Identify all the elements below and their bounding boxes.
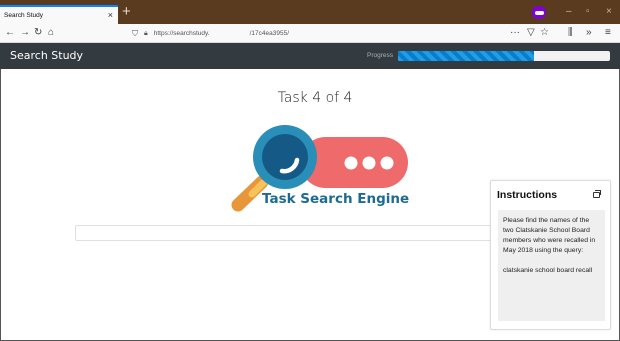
back-icon[interactable]: ←	[5, 26, 15, 40]
tab-title: Search Study	[4, 12, 44, 19]
task-title: Task 4 of 4	[277, 90, 353, 106]
url-bar[interactable]: ⛉ 🔒︎ https://searchstudy. /17c4ea3955/	[126, 26, 526, 41]
app-header: Search Study Progress	[0, 43, 620, 69]
url-path: /17c4ea3955/	[249, 30, 290, 37]
search-input[interactable]	[75, 225, 505, 241]
logo-text: Task Search Engine	[262, 191, 410, 207]
browser-navbar: ← → ↻ ⌂ ⛉ 🔒︎ https://searchstudy. /17c4e…	[0, 24, 620, 43]
lock-icon[interactable]: 🔒︎	[144, 30, 148, 38]
pocket-icon[interactable]: ▽	[527, 26, 535, 40]
brand-title[interactable]: Search Study	[10, 49, 83, 62]
library-icon[interactable]: ⫼	[568, 26, 573, 40]
page-actions-icon[interactable]: ···	[510, 26, 520, 40]
progress-label: Progress	[367, 52, 394, 59]
progress-bar-fill	[398, 51, 534, 61]
url-domain: https://searchstudy.	[153, 30, 210, 37]
overflow-icon[interactable]: »	[586, 26, 592, 40]
popout-window-icon[interactable]	[593, 190, 601, 198]
forward-icon[interactable]: →	[20, 26, 30, 40]
reload-icon[interactable]: ↻	[34, 26, 42, 40]
home-icon[interactable]: ⌂	[48, 26, 54, 40]
instructions-body: Please find the names of the two Clatska…	[498, 210, 605, 321]
minimize-icon[interactable]: –	[566, 5, 572, 19]
tracking-shield-icon[interactable]: ⛉	[132, 29, 138, 39]
instructions-text: Please find the names of the two Clatska…	[503, 217, 596, 254]
instructions-title: Instructions	[497, 189, 558, 201]
close-window-icon[interactable]: ×	[606, 5, 612, 19]
new-tab-icon[interactable]: +	[122, 4, 131, 20]
bookmark-star-icon[interactable]: ☆	[540, 26, 549, 40]
progress-bar	[398, 51, 610, 61]
browser-titlebar: Search Study × + – ▫ ×	[0, 0, 620, 24]
maximize-icon[interactable]: ▫	[586, 5, 590, 19]
instructions-panel: Instructions Please find the names of th…	[490, 180, 611, 330]
instructions-query: clatskanie school board recall	[503, 267, 593, 274]
tab-close-icon[interactable]: ×	[108, 11, 113, 20]
private-browsing-icon	[532, 6, 546, 19]
hamburger-menu-icon[interactable]: ≡	[605, 26, 611, 40]
browser-tab[interactable]: Search Study ×	[0, 5, 118, 24]
